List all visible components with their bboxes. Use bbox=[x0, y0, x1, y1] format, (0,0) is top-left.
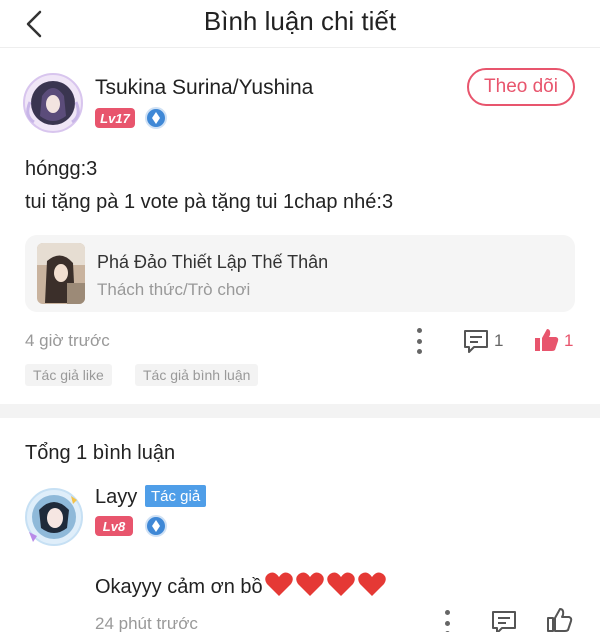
comment-author-name[interactable]: Tsukina Surina/Yushina bbox=[95, 76, 313, 100]
story-title: Phá Đảo Thiết Lập Thế Thân bbox=[97, 252, 329, 272]
vip-diamond-icon bbox=[145, 107, 167, 129]
vip-diamond-icon bbox=[145, 515, 167, 537]
story-genre: Thách thức/Trò chơi bbox=[97, 280, 251, 299]
avatar[interactable] bbox=[22, 72, 84, 134]
reply-emojis bbox=[263, 570, 387, 604]
like-count: 1 bbox=[564, 331, 574, 350]
like-button[interactable] bbox=[532, 326, 560, 359]
reply-text-content: Okayyy cảm ơn bồ bbox=[95, 575, 263, 598]
follow-button[interactable]: Theo dõi bbox=[467, 68, 575, 106]
thumbs-up-icon bbox=[547, 608, 573, 632]
reply-more-vertical-icon[interactable] bbox=[443, 610, 451, 632]
reply-total-label: Tổng 1 bình luận bbox=[25, 442, 176, 464]
heart-emoji-icon bbox=[326, 572, 355, 596]
heart-emoji-icon bbox=[357, 572, 386, 596]
top-bar: Bình luận chi tiết bbox=[0, 0, 600, 48]
reply-level-badge: Lv8 bbox=[95, 516, 133, 536]
section-divider bbox=[0, 404, 600, 418]
reply-avatar[interactable] bbox=[25, 488, 83, 546]
thumbs-up-icon bbox=[535, 329, 559, 351]
tag-author-like: Tác giả like bbox=[25, 364, 112, 386]
story-cover-image bbox=[37, 243, 85, 304]
reply-author-name[interactable]: Layy bbox=[95, 486, 137, 509]
page-title: Bình luận chi tiết bbox=[203, 6, 397, 36]
comment-icon bbox=[492, 611, 516, 632]
reply-text: Okayyy cảm ơn bồ bbox=[95, 570, 387, 604]
reply-reply-button[interactable] bbox=[490, 608, 518, 632]
more-vertical-icon[interactable] bbox=[415, 328, 423, 354]
level-badge: Lv17 bbox=[95, 108, 135, 128]
reply-timestamp: 24 phút trước bbox=[95, 614, 198, 632]
comment-timestamp: 4 giờ trước bbox=[25, 331, 110, 350]
heart-emoji-icon bbox=[295, 572, 324, 596]
heart-emoji-icon bbox=[264, 572, 293, 596]
reply-count: 1 bbox=[494, 331, 504, 350]
author-badge: Tác giả bbox=[145, 485, 207, 507]
comment-icon bbox=[464, 330, 488, 353]
tag-author-comment: Tác giả bình luận bbox=[135, 364, 259, 386]
comment-line-1: hóngg:3 bbox=[25, 158, 98, 180]
reply-button[interactable] bbox=[462, 327, 490, 360]
reply-like-button[interactable] bbox=[545, 606, 573, 632]
comment-line-2: tui tặng pà 1 vote pà tặng tui 1chap nhé… bbox=[25, 191, 394, 213]
story-card[interactable]: Phá Đảo Thiết Lập Thế Thân Thách thức/Tr… bbox=[25, 235, 575, 312]
